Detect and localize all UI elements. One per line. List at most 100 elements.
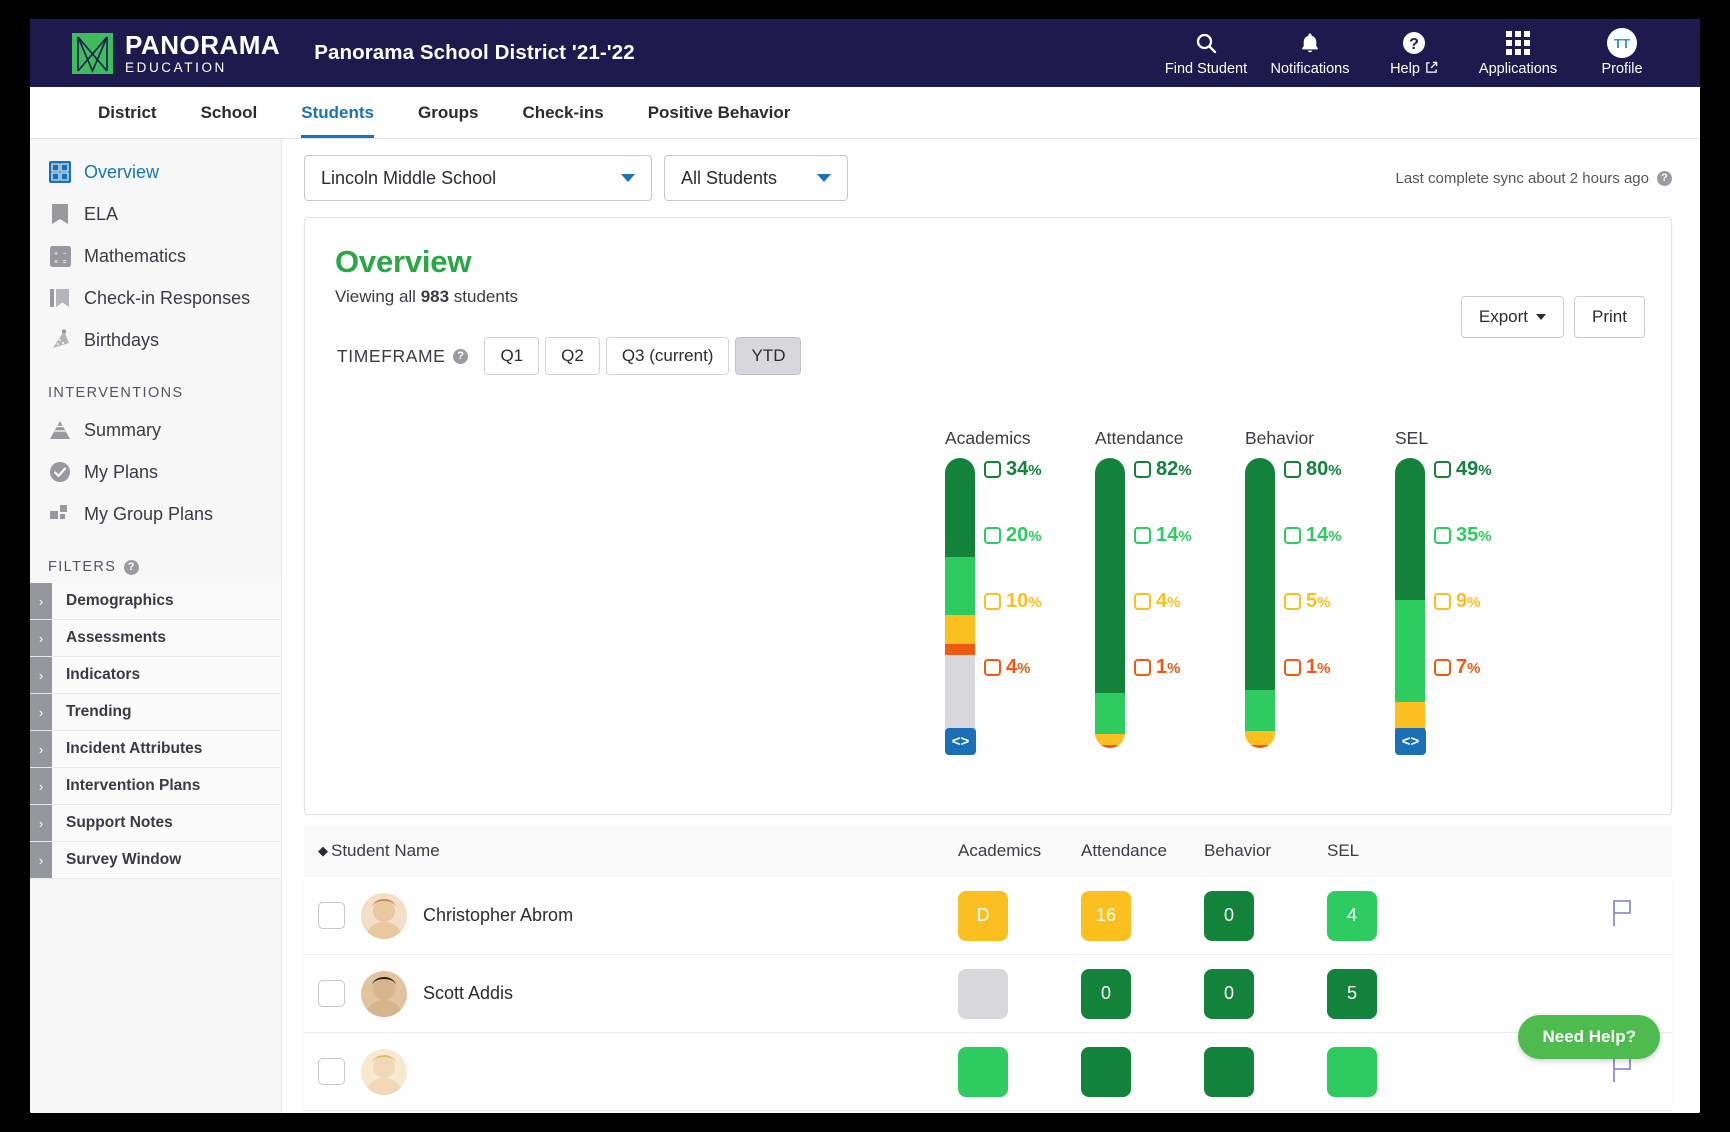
sidebar-item-mathematics[interactable]: + − × = Mathematics bbox=[30, 235, 281, 277]
help-nav-item[interactable]: ? Help bbox=[1362, 25, 1466, 82]
legend-item[interactable]: 82% bbox=[1134, 458, 1192, 481]
tab-positive-behavior[interactable]: Positive Behavior bbox=[626, 87, 813, 138]
filter-assessments[interactable]: › Assessments bbox=[30, 620, 281, 657]
filter-trending[interactable]: › Trending bbox=[30, 694, 281, 731]
help-question-icon[interactable]: ? bbox=[1657, 170, 1672, 186]
legend-item[interactable]: 49% bbox=[1434, 458, 1492, 481]
metric-pill-attendance[interactable] bbox=[1081, 1046, 1131, 1097]
table-row[interactable]: Christopher Abrom D 16 0 4 bbox=[304, 877, 1672, 955]
legend-checkbox[interactable] bbox=[1134, 461, 1151, 478]
sidebar-item-summary[interactable]: Summary bbox=[30, 409, 281, 451]
table-row[interactable] bbox=[304, 1033, 1672, 1111]
metric-pill-attendance[interactable]: 16 bbox=[1081, 890, 1131, 941]
legend-item[interactable]: 34% bbox=[984, 458, 1042, 481]
legend-item[interactable]: 20% bbox=[984, 524, 1042, 547]
print-button[interactable]: Print bbox=[1574, 296, 1645, 338]
row-checkbox[interactable] bbox=[318, 902, 345, 929]
tab-check-ins[interactable]: Check-ins bbox=[500, 87, 625, 138]
flag-cell[interactable] bbox=[1610, 1055, 1672, 1088]
column-header-attendance[interactable]: Attendance bbox=[1081, 841, 1204, 861]
column-header-sel[interactable]: SEL bbox=[1327, 841, 1450, 861]
flag-cell[interactable] bbox=[1610, 899, 1672, 932]
legend-checkbox[interactable] bbox=[984, 659, 1001, 676]
code-view-button[interactable]: <> bbox=[945, 728, 976, 755]
legend-item[interactable]: 1% bbox=[1284, 656, 1330, 679]
legend-checkbox[interactable] bbox=[1284, 527, 1301, 544]
filter-survey-window[interactable]: › Survey Window bbox=[30, 842, 281, 879]
notifications-nav-item[interactable]: Notifications bbox=[1258, 25, 1362, 81]
sidebar-item-birthdays[interactable]: Birthdays bbox=[30, 319, 281, 361]
metric-pill-academics[interactable] bbox=[958, 968, 1008, 1019]
profile-nav-item[interactable]: TT Profile bbox=[1570, 25, 1674, 81]
panorama-logo[interactable]: PANORAMA EDUCATION bbox=[72, 32, 280, 75]
help-question-icon[interactable]: ? bbox=[124, 559, 140, 575]
metric-pill-sel[interactable]: 4 bbox=[1327, 890, 1377, 941]
tab-groups[interactable]: Groups bbox=[396, 87, 500, 138]
metric-pill-behavior[interactable] bbox=[1204, 1046, 1254, 1097]
legend-item[interactable]: 9% bbox=[1434, 590, 1480, 613]
legend-checkbox[interactable] bbox=[1284, 659, 1301, 676]
legend-item[interactable]: 14% bbox=[1284, 524, 1342, 547]
sidebar-item-ela[interactable]: ELA bbox=[30, 193, 281, 235]
filter-support-notes[interactable]: › Support Notes bbox=[30, 805, 281, 842]
legend-checkbox[interactable] bbox=[984, 461, 1001, 478]
filter-incident-attributes[interactable]: › Incident Attributes bbox=[30, 731, 281, 768]
student-name[interactable]: Scott Addis bbox=[423, 983, 513, 1004]
sidebar-item-overview[interactable]: Overview bbox=[30, 151, 281, 193]
stacked-bar[interactable] bbox=[1395, 458, 1425, 748]
column-header-student-name[interactable]: ◆ Student Name bbox=[318, 841, 958, 861]
find-student-nav-item[interactable]: Find Student bbox=[1154, 25, 1258, 81]
tab-school[interactable]: School bbox=[179, 87, 280, 138]
legend-checkbox[interactable] bbox=[1134, 593, 1151, 610]
tab-district[interactable]: District bbox=[76, 87, 179, 138]
timeframe-q3-button[interactable]: Q3 (current) bbox=[605, 337, 730, 375]
legend-item[interactable]: 80% bbox=[1284, 458, 1342, 481]
legend-item[interactable]: 7% bbox=[1434, 656, 1480, 679]
column-header-behavior[interactable]: Behavior bbox=[1204, 841, 1327, 861]
legend-item[interactable]: 14% bbox=[1134, 524, 1192, 547]
timeframe-q1-button[interactable]: Q1 bbox=[484, 337, 540, 375]
students-select[interactable]: All Students bbox=[664, 155, 848, 201]
timeframe-ytd-button[interactable]: YTD bbox=[735, 337, 802, 375]
legend-item[interactable]: 1% bbox=[1134, 656, 1180, 679]
code-view-button[interactable]: <> bbox=[1395, 728, 1426, 755]
row-checkbox[interactable] bbox=[318, 980, 345, 1007]
legend-checkbox[interactable] bbox=[1434, 659, 1451, 676]
filter-intervention-plans[interactable]: › Intervention Plans bbox=[30, 768, 281, 805]
sidebar-item-check-in-responses[interactable]: Check-in Responses bbox=[30, 277, 281, 319]
metric-pill-sel[interactable]: 5 bbox=[1327, 968, 1377, 1019]
legend-item[interactable]: 10% bbox=[984, 590, 1042, 613]
legend-item[interactable]: 5% bbox=[1284, 590, 1330, 613]
timeframe-q2-button[interactable]: Q2 bbox=[545, 337, 600, 375]
legend-item[interactable]: 35% bbox=[1434, 524, 1492, 547]
filter-indicators[interactable]: › Indicators bbox=[30, 657, 281, 694]
legend-item[interactable]: 4% bbox=[1134, 590, 1180, 613]
legend-checkbox[interactable] bbox=[984, 593, 1001, 610]
stacked-bar[interactable] bbox=[1095, 458, 1125, 748]
legend-checkbox[interactable] bbox=[984, 527, 1001, 544]
stacked-bar[interactable] bbox=[945, 458, 975, 748]
metric-pill-behavior[interactable]: 0 bbox=[1204, 890, 1254, 941]
legend-checkbox[interactable] bbox=[1434, 593, 1451, 610]
tab-students[interactable]: Students bbox=[279, 87, 396, 138]
metric-pill-academics[interactable]: D bbox=[958, 890, 1008, 941]
legend-checkbox[interactable] bbox=[1134, 527, 1151, 544]
row-checkbox[interactable] bbox=[318, 1058, 345, 1085]
legend-checkbox[interactable] bbox=[1434, 527, 1451, 544]
applications-nav-item[interactable]: Applications bbox=[1466, 25, 1570, 81]
help-question-icon[interactable]: ? bbox=[453, 348, 469, 364]
export-button[interactable]: Export bbox=[1460, 296, 1565, 338]
legend-checkbox[interactable] bbox=[1134, 659, 1151, 676]
sidebar-item-my-plans[interactable]: My Plans bbox=[30, 451, 281, 493]
metric-pill-attendance[interactable]: 0 bbox=[1081, 968, 1131, 1019]
stacked-bar[interactable] bbox=[1245, 458, 1275, 748]
legend-item[interactable]: 4% bbox=[984, 656, 1030, 679]
legend-checkbox[interactable] bbox=[1434, 461, 1451, 478]
legend-checkbox[interactable] bbox=[1284, 461, 1301, 478]
metric-pill-sel[interactable] bbox=[1327, 1046, 1377, 1097]
table-row[interactable]: Scott Addis 0 0 5 bbox=[304, 955, 1672, 1033]
sidebar-item-my-group-plans[interactable]: My Group Plans bbox=[30, 493, 281, 535]
metric-pill-academics[interactable] bbox=[958, 1046, 1008, 1097]
student-name[interactable]: Christopher Abrom bbox=[423, 905, 573, 926]
school-select[interactable]: Lincoln Middle School bbox=[304, 155, 652, 201]
